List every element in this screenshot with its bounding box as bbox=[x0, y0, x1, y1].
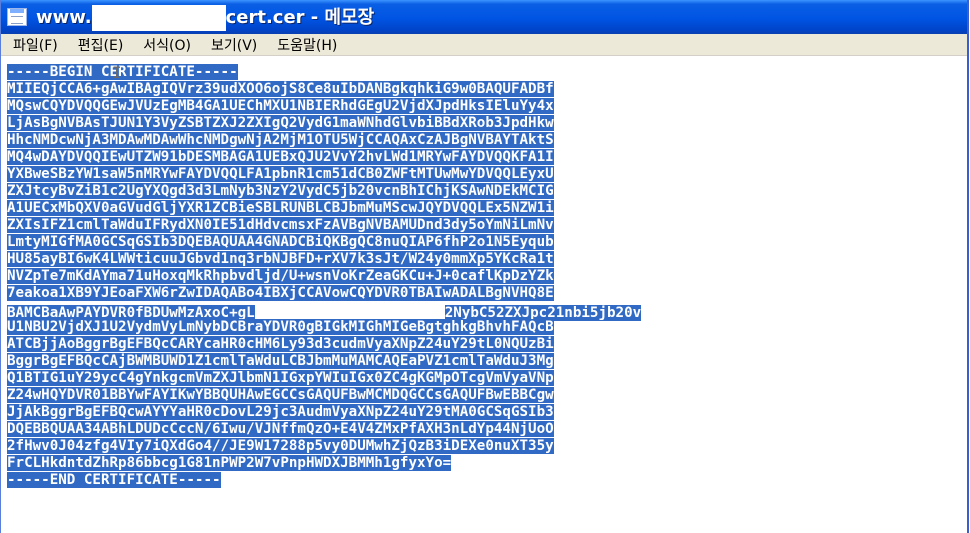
selected-text: 7eakoa1XB9YJEoaFXW6rZwIDAQABo4IBXjCCAVow… bbox=[7, 285, 554, 301]
title-bar[interactable]: www. cert.cer - 메모장 bbox=[1, 0, 967, 34]
text-line: A1UECxMbQXV0aGVudGljYXR1ZCBieSBLRUNBLCBJ… bbox=[7, 200, 967, 217]
selected-text: YXBweSBzYW1saW5nMRYwFAYDVQQLFA1pbnR1cm51… bbox=[7, 166, 554, 182]
text-line: FrCLHkdntdZhRp86bbcg1G81nPWP2W7vPnpHWDXJ… bbox=[7, 455, 967, 472]
text-cursor-icon: I bbox=[112, 63, 122, 82]
selected-text: FrCLHkdntdZhRp86bbcg1G81nPWP2W7vPnpHWDXJ… bbox=[7, 455, 452, 471]
selected-text: Z24wHQYDVR01BBYwFAYIKwYBBQUHAwEGCCsGAQUF… bbox=[7, 387, 554, 403]
title-prefix: www. bbox=[36, 7, 92, 28]
text-line: -----END CERTIFICATE----- bbox=[7, 472, 967, 489]
selected-text: DQEBBQUAA34ABhLDUDcCccN/6Iwu/VJNffmQzO+E… bbox=[7, 421, 554, 437]
text-line: BAMCBaAwPAYDVR0fBDUwMzAxoC+gL 2NybC52ZXJp… bbox=[7, 302, 967, 321]
text-line: DQEBBQUAA34ABhLDUDcCccN/6Iwu/VJNffmQzO+E… bbox=[7, 421, 967, 438]
notepad-window: www. cert.cer - 메모장 파일(F) 편집(E) 서식(O) 보기(… bbox=[0, 0, 969, 533]
selected-text: 2fHwv0J04zfg4VIy7iQXdGo4//JE9W17288p5vy0… bbox=[7, 438, 554, 454]
notepad-icon[interactable] bbox=[7, 8, 27, 26]
selected-text: MQswCQYDVQQGEwJVUzEgMB4GA1UEChMXU1NBIERh… bbox=[7, 98, 554, 114]
text-line: U1NBU2VjdXJ1U2VydmVyLmNybDCBraYDVR0gBIGk… bbox=[7, 319, 967, 336]
text-line: MQswCQYDVQQGEwJVUzEgMB4GA1UEChMXU1NBIERh… bbox=[7, 98, 967, 115]
text-line: -----BEGIN CERTIFICATE----- bbox=[7, 64, 967, 81]
selected-text: HhcNMDcwNjA3MDAwMDAwWhcNMDgwNjA2MjM1OTU5… bbox=[7, 132, 554, 148]
text-line: HhcNMDcwNjA3MDAwMDAwWhcNMDgwNjA2MjM1OTU5… bbox=[7, 132, 967, 149]
menu-format[interactable]: 서식(O) bbox=[143, 35, 191, 55]
menu-file[interactable]: 파일(F) bbox=[13, 35, 58, 55]
text-line: LmtyMIGfMA0GCSqGSIb3DQEBAQUAA4GNADCBiQKB… bbox=[7, 234, 967, 251]
text-line: LjAsBgNVBAsTJUN1Y3VyZSBTZXJ2ZXIgQ2VydG1m… bbox=[7, 115, 967, 132]
text-line: Q1BTIG1uY29ycC4gYnkgcmVmZXJlbmN1IGxpYWIu… bbox=[7, 370, 967, 387]
window-title: www. cert.cer - 메모장 bbox=[36, 3, 374, 31]
redacted-region bbox=[254, 302, 445, 317]
selected-text: ATCBjjAoBggrBgEFBQcCARYcaHR0cHM6Ly93d3cu… bbox=[7, 336, 554, 352]
selected-text: NVZpTe7mKdAYma71uHoxqMkRhpbvdljd/U+wsnVo… bbox=[7, 268, 554, 284]
selected-text: MIIEQjCCA6+gAwIBAgIQVrz39udXOO6ojS8Ce8uI… bbox=[7, 81, 554, 97]
selected-text: -----END CERTIFICATE----- bbox=[7, 472, 221, 488]
text-line: YXBweSBzYW1saW5nMRYwFAYDVQQLFA1pbnR1cm51… bbox=[7, 166, 967, 183]
text-line: 2fHwv0J04zfg4VIy7iQXdGo4//JE9W17288p5vy0… bbox=[7, 438, 967, 455]
selected-text: ZXJtcyBvZiB1c2UgYXQgd3d3LmNyb3NzY2VydC5j… bbox=[7, 183, 554, 199]
selected-text: U1NBU2VjdXJ1U2VydmVyLmNybDCBraYDVR0gBIGk… bbox=[7, 319, 554, 335]
text-line: ZXIsIFZ1cmlTaWduIFRydXN0IE51dHdvcmsxFzAV… bbox=[7, 217, 967, 234]
selected-text: HU85ayBI6wK4LWWticuuJGbvd1nq3rbNJBFD+rXV… bbox=[7, 251, 554, 267]
selected-text: JjAkBggrBgEFBQcwAYYYaHR0cDovL29jc3AudmVy… bbox=[7, 404, 554, 420]
selected-text: LmtyMIGfMA0GCSqGSIb3DQEBAQUAA4GNADCBiQKB… bbox=[7, 234, 554, 250]
text-line: HU85ayBI6wK4LWWticuuJGbvd1nq3rbNJBFD+rXV… bbox=[7, 251, 967, 268]
text-editor-area[interactable]: -----BEGIN CERTIFICATE----- MIIEQjCCA6+g… bbox=[7, 64, 967, 533]
redacted-region bbox=[91, 5, 226, 31]
selected-text: BggrBgEFBQcCAjBWMBUWD1Z1cmlTaWduLCBJbmMu… bbox=[7, 353, 554, 369]
text-line: Z24wHQYDVR01BBYwFAYIKwYBBQUHAwEGCCsGAQUF… bbox=[7, 387, 967, 404]
text-line: MIIEQjCCA6+gAwIBAgIQVrz39udXOO6ojS8Ce8uI… bbox=[7, 81, 967, 98]
menu-help[interactable]: 도움말(H) bbox=[277, 35, 337, 55]
text-line: BggrBgEFBQcCAjBWMBUWD1Z1cmlTaWduLCBJbmMu… bbox=[7, 353, 967, 370]
menu-edit[interactable]: 편집(E) bbox=[78, 35, 124, 55]
text-line: ZXJtcyBvZiB1c2UgYXQgd3d3LmNyb3NzY2VydC5j… bbox=[7, 183, 967, 200]
selected-text: ZXIsIFZ1cmlTaWduIFRydXN0IE51dHdvcmsxFzAV… bbox=[7, 217, 554, 233]
text-line: ATCBjjAoBggrBgEFBQcCARYcaHR0cHM6Ly93d3cu… bbox=[7, 336, 967, 353]
menu-bar: 파일(F) 편집(E) 서식(O) 보기(V) 도움말(H) bbox=[1, 34, 967, 56]
text-line: JjAkBggrBgEFBQcwAYYYaHR0cDovL29jc3AudmVy… bbox=[7, 404, 967, 421]
selected-text: MQ4wDAYDVQQIEwUTZW91bDESMBAGA1UEBxQJU2Vv… bbox=[7, 149, 554, 165]
selected-text: Q1BTIG1uY29ycC4gYnkgcmVmZXJlbmN1IGxpYWIu… bbox=[7, 370, 554, 386]
text-line: MQ4wDAYDVQQIEwUTZW91bDESMBAGA1UEBxQJU2Vv… bbox=[7, 149, 967, 166]
text-line: 7eakoa1XB9YJEoaFXW6rZwIDAQABo4IBXjCCAVow… bbox=[7, 285, 967, 302]
selected-text: A1UECxMbQXV0aGVudGljYXR1ZCBieSBLRUNBLCBJ… bbox=[7, 200, 554, 216]
selected-text: LjAsBgNVBAsTJUN1Y3VyZSBTZXJ2ZXIgQ2VydG1m… bbox=[7, 115, 554, 131]
menu-view[interactable]: 보기(V) bbox=[211, 35, 257, 55]
text-line: NVZpTe7mKdAYma71uHoxqMkRhpbvdljd/U+wsnVo… bbox=[7, 268, 967, 285]
title-suffix: cert.cer - 메모장 bbox=[225, 7, 375, 28]
